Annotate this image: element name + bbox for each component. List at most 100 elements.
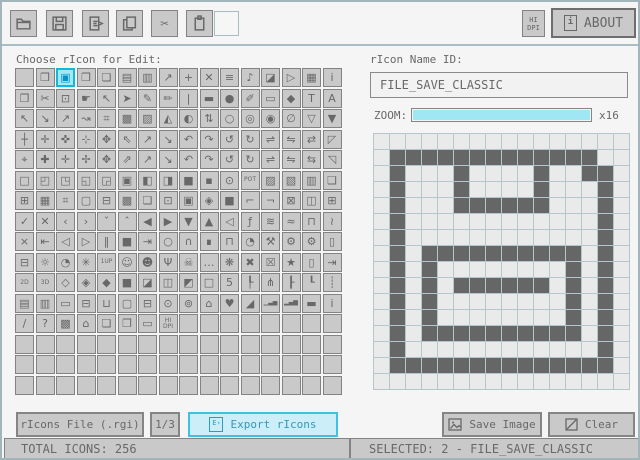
icon-cell[interactable] [302,376,321,395]
canvas-pixel[interactable] [390,294,405,309]
canvas-pixel[interactable] [550,262,565,277]
canvas-pixel[interactable] [374,374,389,389]
icon-cell[interactable] [282,335,301,354]
icon-cell[interactable]: ♥ [220,294,239,313]
canvas-pixel[interactable] [486,246,501,261]
icon-cell[interactable]: ▣ [179,191,198,210]
icon-cell[interactable] [159,376,178,395]
canvas-pixel[interactable] [470,278,485,293]
canvas-pixel[interactable] [550,310,565,325]
icon-cell[interactable]: POT [241,171,260,190]
canvas-pixel[interactable] [534,230,549,245]
clear-button[interactable]: Clear [548,412,635,437]
icon-cell[interactable]: ▪ [200,171,219,190]
canvas-pixel[interactable] [470,374,485,389]
icon-cell[interactable]: ≀ [323,212,342,231]
canvas-pixel[interactable] [486,374,501,389]
icon-name-input[interactable] [370,72,628,98]
icon-cell[interactable] [220,335,239,354]
icon-cell[interactable]: ❋ [220,253,239,272]
canvas-pixel[interactable] [502,374,517,389]
icon-cell[interactable]: ▨ [261,171,280,190]
icon-cell[interactable]: ▩ [56,314,75,333]
canvas-pixel[interactable] [406,326,421,341]
icon-cell[interactable] [179,335,198,354]
canvas-pixel[interactable] [534,198,549,213]
icon-cell[interactable] [138,355,157,374]
icon-cell[interactable]: ◇ [56,273,75,292]
icon-cell[interactable]: ↶ [179,130,198,149]
canvas-pixel[interactable] [550,198,565,213]
icon-cell[interactable]: ⊙ [220,171,239,190]
canvas-pixel[interactable] [598,342,613,357]
icon-cell[interactable]: ? [36,314,55,333]
canvas-pixel[interactable] [502,342,517,357]
icon-cell[interactable]: ▯ [302,253,321,272]
icon-cell[interactable] [261,314,280,333]
icon-cell[interactable]: ‹ [56,212,75,231]
icon-cell[interactable]: ◧ [138,171,157,190]
icon-cell[interactable]: ƒ [241,212,260,231]
canvas-pixel[interactable] [550,326,565,341]
canvas-pixel[interactable] [518,246,533,261]
canvas-pixel[interactable] [470,230,485,245]
canvas-pixel[interactable] [454,182,469,197]
icon-cell[interactable]: ⊟ [138,294,157,313]
icon-cell[interactable]: ▨ [138,109,157,128]
icon-cell[interactable]: ✜ [56,130,75,149]
canvas-pixel[interactable] [470,342,485,357]
icon-cell[interactable] [159,355,178,374]
icon-cell[interactable]: ▬ [200,89,219,108]
canvas-pixel[interactable] [582,198,597,213]
canvas-pixel[interactable] [582,310,597,325]
canvas-pixel[interactable] [566,182,581,197]
canvas-pixel[interactable] [454,278,469,293]
icon-cell[interactable]: ⌂ [77,314,96,333]
copy-button[interactable] [116,10,143,37]
canvas-pixel[interactable] [486,326,501,341]
icon-cell[interactable]: ☛ [77,89,96,108]
icon-cell[interactable]: A [323,89,342,108]
canvas-pixel[interactable] [598,278,613,293]
icon-cell[interactable]: ∎ [200,232,219,251]
icon-cell[interactable]: ⊟ [77,294,96,313]
icon-cell[interactable]: ┠ [282,273,301,292]
icon-cell[interactable] [220,355,239,374]
canvas-pixel[interactable] [390,246,405,261]
canvas-pixel[interactable] [566,198,581,213]
canvas-pixel[interactable] [534,374,549,389]
canvas-pixel[interactable] [486,198,501,213]
canvas-pixel[interactable] [518,150,533,165]
canvas-pixel[interactable] [598,134,613,149]
canvas-pixel[interactable] [470,358,485,373]
canvas-pixel[interactable] [470,294,485,309]
icon-cell[interactable]: ▥ [36,294,55,313]
icon-cell[interactable] [302,355,321,374]
canvas-pixel[interactable] [374,310,389,325]
canvas-pixel[interactable] [582,278,597,293]
canvas-pixel[interactable] [534,294,549,309]
icon-cell[interactable]: ◳ [56,171,75,190]
icon-cell[interactable] [323,314,342,333]
icon-cell[interactable]: ▩ [118,109,137,128]
canvas-pixel[interactable] [422,326,437,341]
icon-cell[interactable]: ⇋ [282,150,301,169]
canvas-pixel[interactable] [470,326,485,341]
icon-cell[interactable]: ┞ [241,273,260,292]
icon-cell[interactable]: ⇖ [118,130,137,149]
icon-cell[interactable]: ✕ [36,212,55,231]
canvas-pixel[interactable] [390,326,405,341]
canvas-pixel[interactable] [390,310,405,325]
icon-cell[interactable]: ▼ [323,109,342,128]
canvas-pixel[interactable] [566,374,581,389]
canvas-pixel[interactable] [422,214,437,229]
canvas-pixel[interactable] [422,166,437,181]
canvas-pixel[interactable] [406,358,421,373]
icon-cell[interactable]: ▥ [302,171,321,190]
icon-cell[interactable]: ◈ [77,273,96,292]
canvas-pixel[interactable] [454,198,469,213]
canvas-pixel[interactable] [406,182,421,197]
canvas-pixel[interactable] [534,310,549,325]
icon-cell[interactable]: ○ [159,232,178,251]
icon-cell[interactable] [241,335,260,354]
